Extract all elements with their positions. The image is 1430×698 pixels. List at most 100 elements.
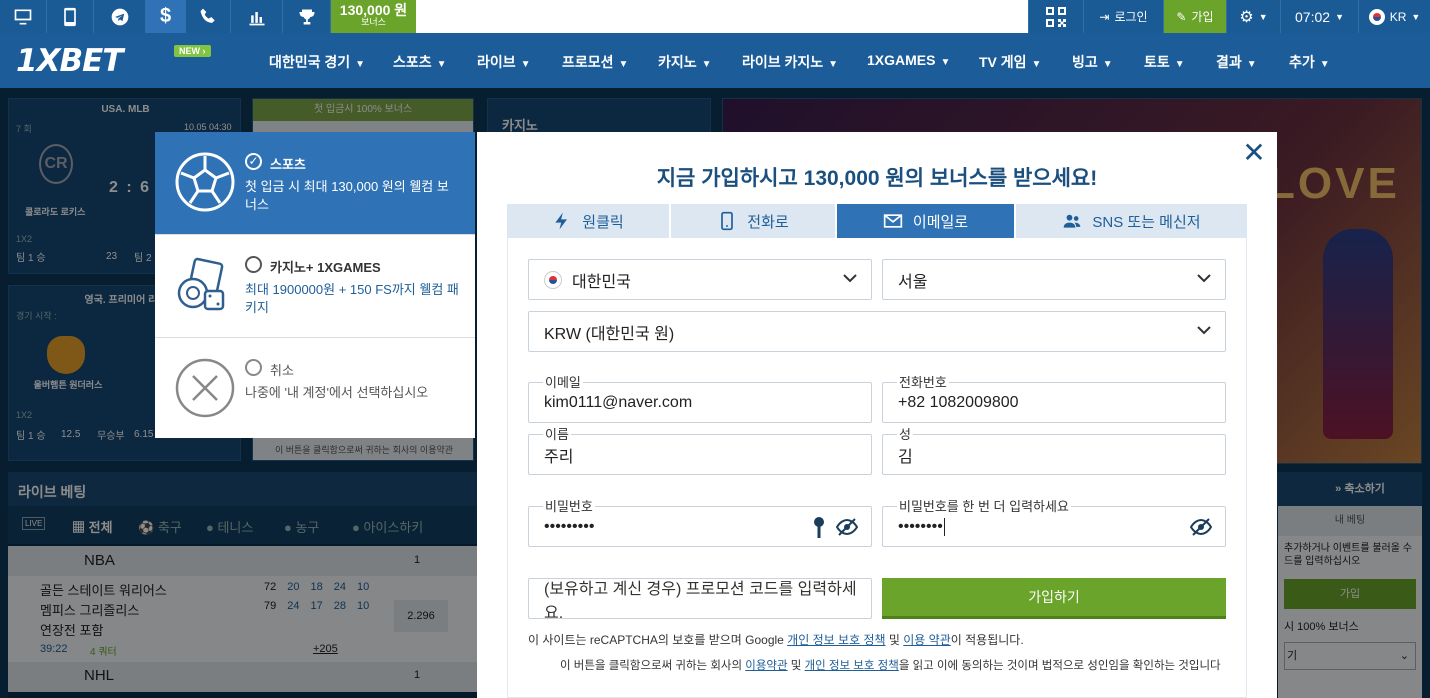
confirm-password-field[interactable]: 비밀번호를 한 번 더 입력하세요 •••••••• xyxy=(882,496,1226,547)
tab-email[interactable]: 이메일로 xyxy=(837,204,1016,238)
nav-promotions[interactable]: 프로모션 ▼ xyxy=(562,52,628,72)
phone-icon[interactable] xyxy=(186,0,231,33)
country-select[interactable]: 대한민국 xyxy=(528,259,872,300)
signup-button[interactable]: ✎ 가입 xyxy=(1163,0,1226,33)
tab-social[interactable]: SNS 또는 메신저 xyxy=(1016,204,1247,238)
new-badge: NEW › xyxy=(174,45,211,57)
key-icon[interactable] xyxy=(813,517,825,539)
tab-label: SNS 또는 메신저 xyxy=(1092,213,1201,231)
language-selector[interactable]: KR ▼ xyxy=(1358,0,1430,33)
privacy-policy-link-2[interactable]: 개인 정보 보호 정책 xyxy=(805,660,899,672)
korea-flag-icon xyxy=(544,270,562,289)
chevron-down-icon: ▼ xyxy=(1246,59,1257,70)
nav-results[interactable]: 결과 ▼ xyxy=(1216,52,1257,72)
tab-label: 원클릭 xyxy=(582,213,624,231)
chevron-down-icon: ▼ xyxy=(701,59,712,70)
check-icon[interactable]: ✓ xyxy=(245,153,262,170)
radio-button[interactable] xyxy=(245,256,262,273)
country-value: 대한민국 xyxy=(572,273,631,291)
nav-toto[interactable]: 토토 ▼ xyxy=(1144,52,1185,72)
chevron-down-icon: ▼ xyxy=(1335,11,1344,22)
eye-hidden-icon[interactable] xyxy=(836,518,858,536)
eye-hidden-icon[interactable] xyxy=(1190,518,1212,536)
desktop-icon[interactable] xyxy=(0,0,47,33)
registration-modal: 지금 가입하시고 130,000 원의 보너스를 받으세요! ✕ 원클릭 전화로… xyxy=(477,132,1277,698)
city-value: 서울 xyxy=(898,273,928,291)
users-icon xyxy=(1064,214,1081,228)
tab-one-click[interactable]: 원클릭 xyxy=(507,204,671,238)
chevron-down-icon: ▼ xyxy=(520,59,531,70)
radio-button[interactable] xyxy=(245,359,262,376)
nav-more[interactable]: 추가 ▼ xyxy=(1289,52,1330,72)
nav-casino[interactable]: 카지노 ▼ xyxy=(658,52,712,72)
option-desc: 나중에 '내 계정'에서 선택하십시오 xyxy=(245,385,429,400)
bonus-amount: 130,000 원 xyxy=(339,2,408,18)
trophy-icon[interactable] xyxy=(283,0,331,33)
chevron-down-icon: ▼ xyxy=(355,59,366,70)
telegram-icon[interactable] xyxy=(94,0,146,33)
nav-bingo[interactable]: 빙고 ▼ xyxy=(1072,52,1113,72)
korea-flag-icon xyxy=(1368,8,1385,25)
chevron-down-icon: ▼ xyxy=(1258,11,1268,22)
language-code: KR xyxy=(1389,9,1407,24)
clock-time: 07:02 xyxy=(1295,8,1331,25)
soccer-ball-icon xyxy=(175,152,235,212)
city-select[interactable]: 서울 xyxy=(882,259,1226,300)
nav-sports[interactable]: 스포츠 ▼ xyxy=(393,52,447,72)
last-name-value: 김 xyxy=(898,448,913,466)
nav-live[interactable]: 라이브 ▼ xyxy=(477,52,531,72)
bonus-option-sports[interactable]: ✓ 스포츠 첫 입금 시 최대 130,000 원의 웰컴 보너스 xyxy=(155,132,475,235)
register-submit-button[interactable]: 가입하기 xyxy=(882,578,1226,619)
tab-phone[interactable]: 전화로 xyxy=(671,204,837,238)
modal-title: 지금 가입하시고 130,000 원의 보너스를 받으세요! xyxy=(656,167,1098,190)
top-bar: $ 130,000 원 보너스 ⇥ 로그인 ✎ 가입 ⚙ ▼ 07:02 ▼ KR ▼ xyxy=(0,0,1430,33)
first-name-field[interactable]: 이름 주리 xyxy=(528,424,872,475)
chevron-down-icon: ▼ xyxy=(436,59,447,70)
option-desc: 최대 1900000원 + 150 FS까지 웰컴 패키지 xyxy=(245,282,459,315)
email-value: kim0111@naver.com xyxy=(544,393,693,411)
agreement-note: 이 버튼을 클릭함으로써 귀하는 회사의 이용약관 및 개인 정보 보호 정책을… xyxy=(560,660,1221,672)
chevron-down-icon: ▼ xyxy=(1174,59,1185,70)
confirm-password-label: 비밀번호를 한 번 더 입력하세요 xyxy=(897,496,1071,515)
first-name-label: 이름 xyxy=(543,424,571,443)
currency-select[interactable]: KRW (대한민국 원) xyxy=(528,311,1226,352)
cancel-x-icon xyxy=(175,358,235,418)
settings-button[interactable]: ⚙ ▼ xyxy=(1226,0,1280,33)
last-name-label: 성 xyxy=(897,424,913,443)
nav-1xgames[interactable]: 1XGAMES ▼ xyxy=(867,52,950,68)
chevron-down-icon: ▼ xyxy=(618,59,629,70)
bonus-option-casino[interactable]: 카지노+ 1XGAMES 최대 1900000원 + 150 FS까지 웰컴 패… xyxy=(155,235,475,338)
nav-tv-games[interactable]: TV 게임 ▼ xyxy=(979,52,1041,72)
first-name-value: 주리 xyxy=(544,448,574,466)
last-name-field[interactable]: 성 김 xyxy=(882,424,1226,475)
mobile-icon[interactable] xyxy=(47,0,94,33)
chevron-down-icon: ▼ xyxy=(1411,11,1421,22)
option-title: 카지노+ 1XGAMES xyxy=(270,260,381,275)
casino-chips-icon xyxy=(177,257,225,311)
stats-icon[interactable] xyxy=(231,0,283,33)
signup-label: 가입 xyxy=(1191,10,1214,24)
logo[interactable]: 1XBET xyxy=(16,43,123,79)
time-selector[interactable]: 07:02 ▼ xyxy=(1280,0,1358,33)
email-field[interactable]: 이메일 kim0111@naver.com xyxy=(528,372,872,423)
bonus-option-cancel[interactable]: 취소 나중에 '내 계정'에서 선택하십시오 xyxy=(155,338,475,441)
phone-field[interactable]: 전화번호 +82 1082009800 xyxy=(882,372,1226,423)
chevron-down-icon: ▼ xyxy=(1031,59,1042,70)
promo-code-input[interactable]: (보유하고 계신 경우) 프로모션 코드를 입력하세요. xyxy=(528,578,872,622)
terms-of-use-link[interactable]: 이용약관 xyxy=(745,660,787,672)
chevron-down-icon: ▼ xyxy=(1102,59,1113,70)
email-label: 이메일 xyxy=(543,372,583,391)
nav-live-casino[interactable]: 라이브 카지노 ▼ xyxy=(742,52,838,72)
bonus-selection-panel: ✓ 스포츠 첫 입금 시 최대 130,000 원의 웰컴 보너스 카지노+ 1… xyxy=(155,132,475,438)
password-field[interactable]: 비밀번호 ••••••••• xyxy=(528,496,872,547)
bonus-badge[interactable]: 130,000 원 보너스 xyxy=(331,0,416,33)
close-icon[interactable]: ✕ xyxy=(1241,139,1267,167)
currency-icon[interactable]: $ xyxy=(146,0,186,33)
registration-tabs: 원클릭 전화로 이메일로 SNS 또는 메신저 xyxy=(507,204,1247,238)
terms-link[interactable]: 이용 약관 xyxy=(903,633,951,647)
qr-code-icon[interactable] xyxy=(1028,0,1083,33)
nav-korea-games[interactable]: 대한민국 경기 ▼ xyxy=(269,52,365,72)
privacy-policy-link[interactable]: 개인 정보 보호 정책 xyxy=(787,633,885,647)
login-button[interactable]: ⇥ 로그인 xyxy=(1083,0,1163,33)
login-icon: ⇥ xyxy=(1099,9,1110,24)
